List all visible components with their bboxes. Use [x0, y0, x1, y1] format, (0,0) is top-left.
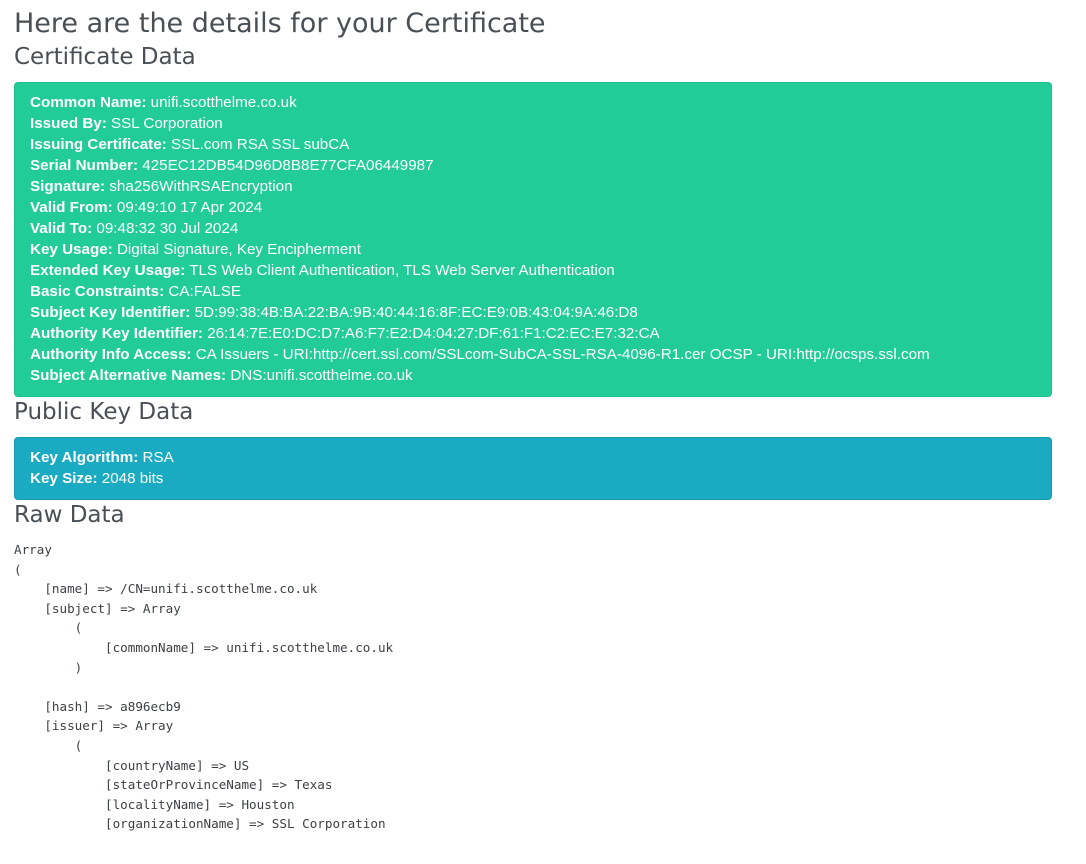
field-value: SSL Corporation — [106, 115, 223, 132]
field-label: Subject Alternative Names: — [30, 367, 227, 384]
pk-field-key-size: Key Size: 2048 bits — [30, 468, 1036, 489]
field-value: 425EC12DB54D96D8B8E77CFA06449987 — [138, 157, 434, 174]
field-value: unifi.scotthelme.co.uk — [146, 94, 297, 111]
field-value: 2048 bits — [97, 470, 164, 487]
field-label: Key Usage: — [30, 241, 113, 258]
field-label: Authority Info Access: — [30, 346, 192, 363]
field-label: Key Size: — [30, 470, 98, 487]
public-key-data-heading: Public Key Data — [14, 399, 194, 425]
field-label: Key Algorithm: — [30, 449, 139, 466]
cert-field-authority-info-access: Authority Info Access: CA Issuers - URI:… — [30, 344, 1036, 365]
cert-field-subject-alternative-names: Subject Alternative Names: DNS:unifi.sco… — [30, 365, 1036, 386]
cert-field-valid-from: Valid From: 09:49:10 17 Apr 2024 — [30, 197, 1036, 218]
cert-field-extended-key-usage: Extended Key Usage: TLS Web Client Authe… — [30, 260, 1036, 281]
certificate-data-panel: Common Name: unifi.scotthelme.co.uk Issu… — [14, 82, 1052, 397]
certificate-data-heading: Certificate Data — [14, 44, 196, 70]
cert-field-common-name: Common Name: unifi.scotthelme.co.uk — [30, 92, 1036, 113]
cert-field-basic-constraints: Basic Constraints: CA:FALSE — [30, 281, 1036, 302]
field-label: Subject Key Identifier: — [30, 304, 191, 321]
field-value: CA Issuers - URI:http://cert.ssl.com/SSL… — [191, 346, 930, 363]
field-label: Basic Constraints: — [30, 283, 165, 300]
cert-field-issuing-certificate: Issuing Certificate: SSL.com RSA SSL sub… — [30, 134, 1036, 155]
field-label: Extended Key Usage: — [30, 262, 186, 279]
field-label: Common Name: — [30, 94, 147, 111]
field-value: DNS:unifi.scotthelme.co.uk — [226, 367, 413, 384]
field-label: Valid To: — [30, 220, 93, 237]
cert-field-authority-key-identifier: Authority Key Identifier: 26:14:7E:E0:DC… — [30, 323, 1036, 344]
field-value: 09:48:32 30 Jul 2024 — [92, 220, 239, 237]
field-value: sha256WithRSAEncryption — [105, 178, 293, 195]
field-value: TLS Web Client Authentication, TLS Web S… — [185, 262, 615, 279]
field-label: Authority Key Identifier: — [30, 325, 203, 342]
cert-field-serial-number: Serial Number: 425EC12DB54D96D8B8E77CFA0… — [30, 155, 1036, 176]
raw-data-heading: Raw Data — [14, 502, 125, 528]
cert-field-signature: Signature: sha256WithRSAEncryption — [30, 176, 1036, 197]
cert-field-valid-to: Valid To: 09:48:32 30 Jul 2024 — [30, 218, 1036, 239]
field-value: 26:14:7E:E0:DC:D7:A6:F7:E2:D4:04:27:DF:6… — [202, 325, 660, 342]
field-value: Digital Signature, Key Encipherment — [112, 241, 361, 258]
public-key-data-panel: Key Algorithm: RSA Key Size: 2048 bits — [14, 437, 1052, 500]
field-value: 5D:99:38:4B:BA:22:BA:9B:40:44:16:8F:EC:E… — [190, 304, 638, 321]
field-value: SSL.com RSA SSL subCA — [166, 136, 350, 153]
raw-data-dump: Array ( [name] => /CN=unifi.scotthelme.c… — [14, 542, 394, 832]
field-label: Signature: — [30, 178, 106, 195]
cert-field-subject-key-identifier: Subject Key Identifier: 5D:99:38:4B:BA:2… — [30, 302, 1036, 323]
page-title: Here are the details for your Certificat… — [14, 8, 546, 39]
field-value: CA:FALSE — [164, 283, 242, 300]
cert-field-issued-by: Issued By: SSL Corporation — [30, 113, 1036, 134]
pk-field-key-algorithm: Key Algorithm: RSA — [30, 447, 1036, 468]
field-label: Serial Number: — [30, 157, 139, 174]
field-value: 09:49:10 17 Apr 2024 — [112, 199, 263, 216]
page-container: Here are the details for your Certificat… — [0, 0, 1086, 834]
field-label: Valid From: — [30, 199, 113, 216]
field-label: Issuing Certificate: — [30, 136, 167, 153]
field-value: RSA — [138, 449, 174, 466]
cert-field-key-usage: Key Usage: Digital Signature, Key Enciph… — [30, 239, 1036, 260]
field-label: Issued By: — [30, 115, 107, 132]
